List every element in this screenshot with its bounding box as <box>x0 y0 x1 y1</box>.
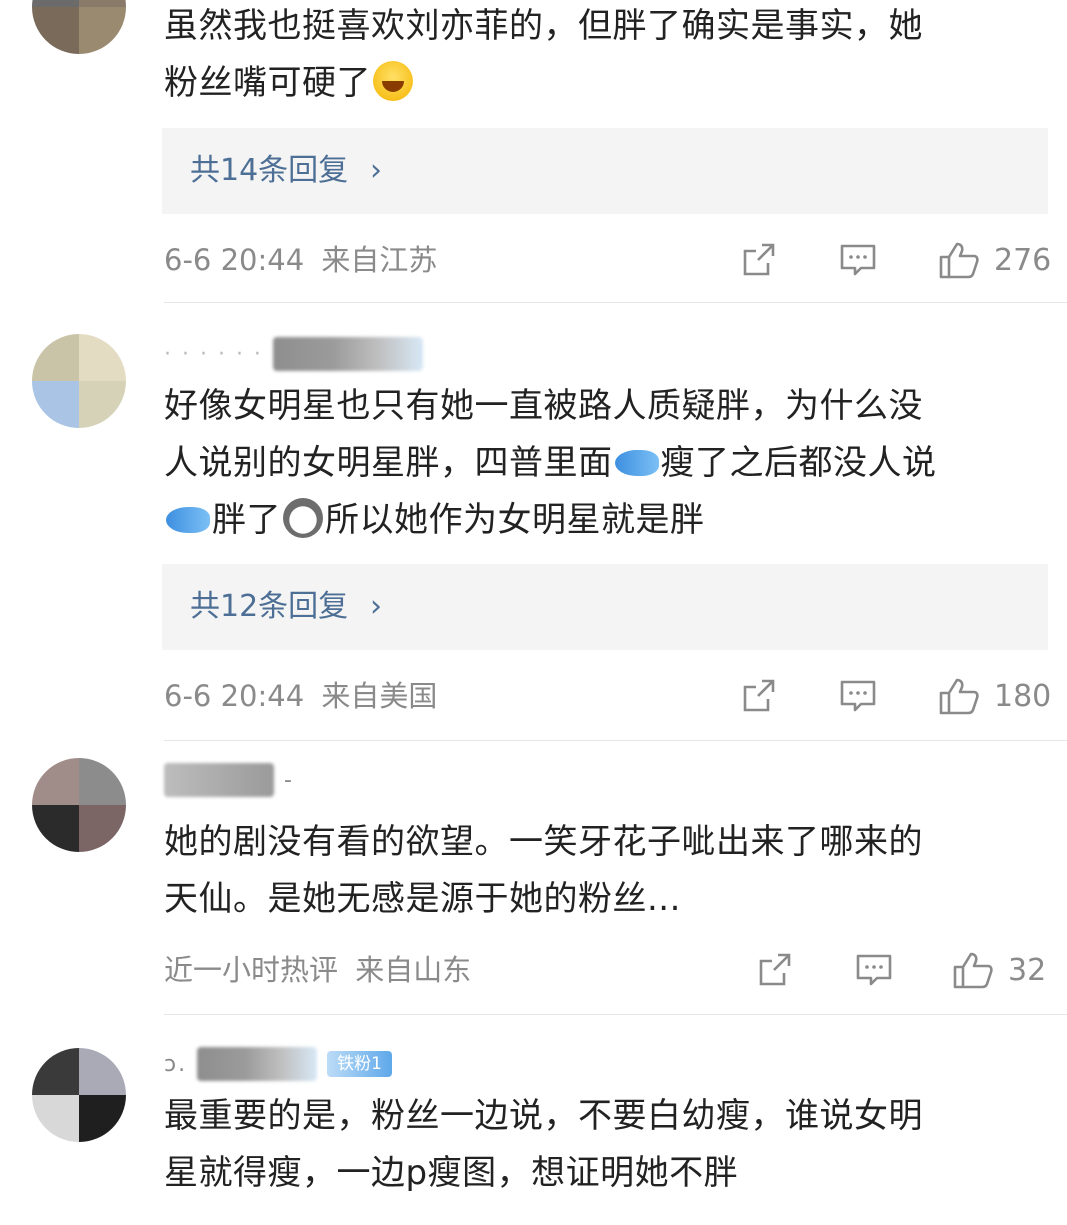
avatar[interactable] <box>32 758 126 852</box>
comment-text: 她的剧没有看的欲望。一笑牙花子呲出来了哪来的 天仙。是她无感是源于她的粉丝... <box>164 814 1044 928</box>
comment-icon <box>840 244 876 276</box>
comment-text-line: 最重要的是，粉丝一边说，不要白幼瘦，谁说女明 <box>164 1096 923 1136</box>
username-row: - <box>164 762 294 798</box>
thumbs-up-icon <box>939 242 979 279</box>
username-blurred[interactable] <box>164 763 274 797</box>
laughing-tears-emoji-icon <box>373 60 413 101</box>
username-suffix: - <box>284 767 294 793</box>
timestamp: 6-6 20:44 <box>164 679 305 713</box>
chevron-right-icon: › <box>370 153 382 188</box>
comment-text-fragment: 胖了 <box>212 500 281 540</box>
replies-label: 共14条回复 <box>190 153 349 188</box>
fish-emoji-icon <box>166 506 210 533</box>
comment-text-line: 胖了 所以她作为女明星就是胖 <box>164 492 1044 549</box>
comment-text-line: 虽然我也挺喜欢刘亦菲的，但胖了确实是事实，她 <box>164 6 923 46</box>
comment-list: 虽然我也挺喜欢刘亦菲的，但胖了确实是事实，她 粉丝嘴可硬了 共14条回复 › 6… <box>0 0 1067 1225</box>
comment-meta: 近一小时热评 来自山东 <box>164 950 471 990</box>
fan-badge: 铁粉1 <box>327 1051 392 1077</box>
thumbs-up-icon <box>939 678 979 715</box>
avatar[interactable] <box>32 1048 126 1142</box>
comment-text-fragment: 所以她作为女明星就是胖 <box>325 500 705 540</box>
username-prefix: ɔ. <box>164 1051 188 1077</box>
share-icon <box>759 953 791 986</box>
comment-text: 最重要的是，粉丝一边说，不要白幼瘦，谁说女明 星就得瘦，一边p瘦图，想证明她不胖 <box>164 1088 1044 1202</box>
comment-text-line: 她的剧没有看的欲望。一笑牙花子呲出来了哪来的 <box>164 822 923 862</box>
hot-label: 近一小时热评 <box>164 953 339 987</box>
chevron-right-icon: › <box>370 589 382 624</box>
username-blurred[interactable] <box>272 337 423 371</box>
username[interactable]: · · · · · · <box>164 342 263 367</box>
comment-text-line: 粉丝嘴可硬了 <box>164 55 1044 112</box>
location: 来自美国 <box>321 679 438 713</box>
comment-text: 好像女明星也只有她一直被路人质疑胖，为什么没 人说别的女明星胖，四普里面 瘦了之后… <box>164 378 1044 549</box>
comment-button[interactable] <box>838 240 878 280</box>
share-button[interactable] <box>740 240 778 280</box>
divider <box>164 1014 1067 1015</box>
share-button[interactable] <box>740 676 778 716</box>
comment-meta: 6-6 20:44 来自美国 <box>164 676 437 716</box>
username-blurred[interactable] <box>197 1047 318 1081</box>
username-row: · · · · · · 粉1 <box>164 336 423 372</box>
replies-button[interactable]: 共12条回复 › <box>162 564 1048 650</box>
like-count: 32 <box>1008 952 1047 988</box>
avatar[interactable] <box>32 334 126 428</box>
share-button[interactable] <box>756 950 794 990</box>
comment-button[interactable] <box>854 950 894 990</box>
comment-text-line: 好像女明星也只有她一直被路人质疑胖，为什么没 <box>164 386 923 426</box>
husky-emoji-icon <box>283 497 323 538</box>
location: 来自山东 <box>355 953 472 987</box>
avatar[interactable] <box>32 0 126 54</box>
like-button[interactable]: 32 <box>952 950 1046 990</box>
comment-icon <box>840 680 876 712</box>
comment-meta: 6-6 20:44 来自江苏 <box>164 240 437 280</box>
like-button[interactable]: 180 <box>938 676 1051 716</box>
thumbs-up-icon <box>953 952 993 989</box>
comment-text-line: 天仙。是她无感是源于她的粉丝... <box>164 879 681 919</box>
comment-text-fragment: 人说别的女明星胖，四普里面 <box>164 443 613 483</box>
comment-text: 虽然我也挺喜欢刘亦菲的，但胖了确实是事实，她 粉丝嘴可硬了 <box>164 0 1044 112</box>
comment-icon <box>856 954 892 986</box>
username-row: ɔ. 铁粉1 <box>164 1046 392 1082</box>
timestamp: 6-6 20:44 <box>164 243 305 277</box>
comment-text-line: 人说别的女明星胖，四普里面 瘦了之后都没人说 <box>164 435 1044 492</box>
location: 来自江苏 <box>321 243 438 277</box>
like-count: 180 <box>994 678 1052 714</box>
like-button[interactable]: 276 <box>938 240 1051 280</box>
comment-text-fragment: 粉丝嘴可硬了 <box>164 63 371 103</box>
divider <box>164 740 1067 741</box>
like-count: 276 <box>994 242 1052 278</box>
share-icon <box>743 243 775 276</box>
comment-text-line: 星就得瘦，一边p瘦图，想证明她不胖 <box>164 1153 739 1193</box>
comment-text-fragment: 瘦了之后都没人说 <box>660 443 937 483</box>
replies-button[interactable]: 共14条回复 › <box>162 128 1048 214</box>
divider <box>164 302 1067 303</box>
fish-emoji-icon <box>614 449 659 476</box>
share-icon <box>743 679 775 712</box>
replies-label: 共12条回复 <box>190 589 349 624</box>
comment-button[interactable] <box>838 676 878 716</box>
